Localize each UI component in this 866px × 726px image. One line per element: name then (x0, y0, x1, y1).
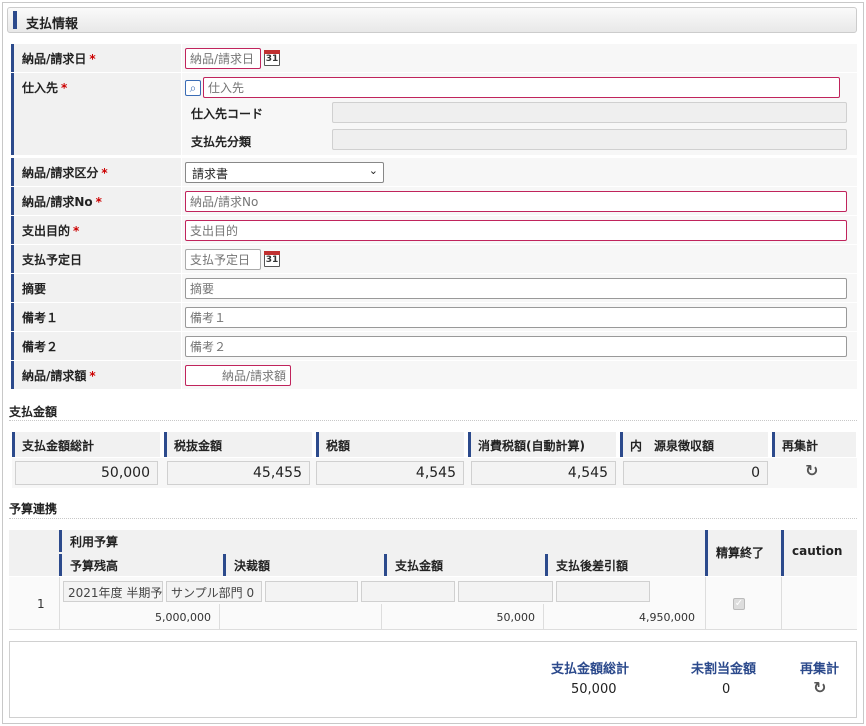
note1-label: 備考１ (11, 303, 181, 331)
delivery-date-label: 納品/請求日 * (11, 44, 181, 72)
row-summary: 摘要 (11, 274, 857, 302)
scheduled-date-input[interactable] (185, 249, 261, 270)
row-purpose: 支出目的 * (11, 216, 857, 244)
row-delivery-date: 納品/請求日* 31 (11, 44, 857, 72)
supplier-input[interactable] (203, 77, 840, 98)
budget-field-4 (361, 581, 455, 602)
grid-line (219, 604, 220, 630)
budget-group-header: 利用予算 (59, 530, 705, 552)
note1-input[interactable] (185, 307, 847, 328)
grid-line (705, 577, 706, 630)
doc-type-value: 請求書 (192, 167, 229, 181)
section-header: 支払情報 (7, 7, 857, 33)
refresh-icon[interactable]: ↻ (805, 461, 818, 480)
budget-divider (9, 518, 857, 519)
budget-balance-value: 5,000,000 (155, 611, 211, 624)
calendar-icon[interactable]: 31 (264, 50, 280, 66)
budget-header-settled: 精算終了 (705, 530, 781, 576)
pay-total-value: 50,000 (15, 461, 158, 485)
summary-recalc-label: 再集計 (800, 662, 840, 677)
pay-header-recalc: 再集計 (772, 432, 856, 457)
row-supplier: 仕入先* ⌕ 仕入先コード 支払先分類 (11, 73, 857, 155)
doc-no-area (182, 187, 857, 215)
budget-field-3 (265, 581, 358, 602)
budget-header-after: 支払後差引額 (545, 554, 705, 576)
note2-input[interactable] (185, 336, 847, 357)
pay-tax-value: 4,545 (316, 461, 464, 485)
grid-line (381, 604, 382, 630)
pay-header-total: 支払金額総計 (12, 432, 160, 457)
summary-total-label: 支払金額総計 (551, 662, 630, 677)
row-doc-type: 納品/請求区分 * 請求書 ⌄ (11, 158, 857, 186)
summary-input[interactable] (185, 278, 847, 299)
amount-area (182, 361, 857, 389)
budget-header-caution: caution (781, 530, 857, 576)
note1-area (182, 303, 857, 331)
row-note2: 備考２ (11, 332, 857, 360)
purpose-label: 支出目的 * (11, 216, 181, 244)
dept-name-field: サンプル部門 0 (166, 581, 262, 602)
amount-label: 納品/請求額 * (11, 361, 181, 389)
budget-header-approved: 決裁額 (223, 554, 384, 576)
budget-name-field: 2021年度 半期予 (63, 581, 163, 602)
supplier-code-field (332, 102, 847, 123)
pay-consumption-tax-value: 4,545 (471, 461, 616, 485)
pay-header-tax: 税額 (316, 432, 464, 457)
supplier-code-label: 仕入先コード (191, 107, 264, 121)
pay-header-consumption-tax: 消費税額(自動計算) (468, 432, 616, 457)
purpose-input[interactable] (185, 220, 847, 241)
delivery-date-input[interactable] (185, 48, 261, 69)
row-scheduled-date: 支払予定日 31 (11, 245, 857, 273)
summary-label: 摘要 (11, 274, 181, 302)
summary-panel (9, 641, 857, 718)
grid-line (781, 577, 782, 630)
calendar-icon[interactable]: 31 (264, 251, 280, 267)
supplier-area: ⌕ 仕入先コード 支払先分類 (182, 73, 857, 155)
delivery-date-area: 31 (182, 44, 857, 72)
row-note1: 備考１ (11, 303, 857, 331)
refresh-icon[interactable]: ↻ (813, 678, 826, 697)
search-icon[interactable]: ⌕ (185, 80, 201, 96)
pay-header-withholding: 内 源泉徴収額 (620, 432, 768, 457)
section-header-accent (13, 11, 17, 29)
summary-area (182, 274, 857, 302)
budget-payment-value: 50,000 (496, 611, 536, 624)
budget-after-value: 4,950,000 (639, 611, 695, 624)
summary-total-value: 50,000 (571, 682, 617, 697)
pay-header-net: 税抜金額 (164, 432, 312, 457)
pay-withholding-value: 0 (623, 461, 768, 485)
doc-no-label: 納品/請求No * (11, 187, 181, 215)
summary-unassigned-value: 0 (722, 682, 731, 697)
section-title: 支払情報 (26, 17, 79, 32)
row-amount: 納品/請求額 * (11, 361, 857, 389)
doc-type-label: 納品/請求区分 * (11, 158, 181, 186)
purpose-area (182, 216, 857, 244)
amount-input[interactable] (185, 365, 291, 386)
scheduled-date-label: 支払予定日 (11, 245, 181, 273)
chevron-down-icon: ⌄ (368, 164, 378, 177)
budget-row-index: 1 (37, 597, 45, 611)
note2-label: 備考２ (11, 332, 181, 360)
payment-divider (9, 420, 857, 421)
note2-area (182, 332, 857, 360)
supplier-label: 仕入先 * (11, 73, 181, 155)
summary-unassigned-label: 未割当金額 (691, 662, 757, 677)
budget-section-title: 予算連携 (9, 502, 58, 516)
doc-type-area: 請求書 ⌄ (182, 158, 857, 186)
payee-type-field (332, 129, 847, 150)
budget-field-6 (556, 581, 650, 602)
budget-header-payment: 支払金額 (384, 554, 545, 576)
settled-checkbox[interactable]: ✓ (733, 598, 745, 610)
pay-net-value: 45,455 (167, 461, 310, 485)
budget-header-balance: 予算残高 (59, 554, 223, 576)
row-doc-no: 納品/請求No * (11, 187, 857, 215)
doc-no-input[interactable] (185, 191, 847, 212)
scheduled-date-area: 31 (182, 245, 857, 273)
grid-line (543, 604, 544, 630)
budget-field-5 (458, 581, 553, 602)
grid-line (59, 577, 60, 630)
doc-type-select[interactable]: 請求書 ⌄ (185, 162, 384, 183)
payee-type-label: 支払先分類 (191, 135, 252, 149)
payment-section-title: 支払金額 (9, 405, 58, 419)
